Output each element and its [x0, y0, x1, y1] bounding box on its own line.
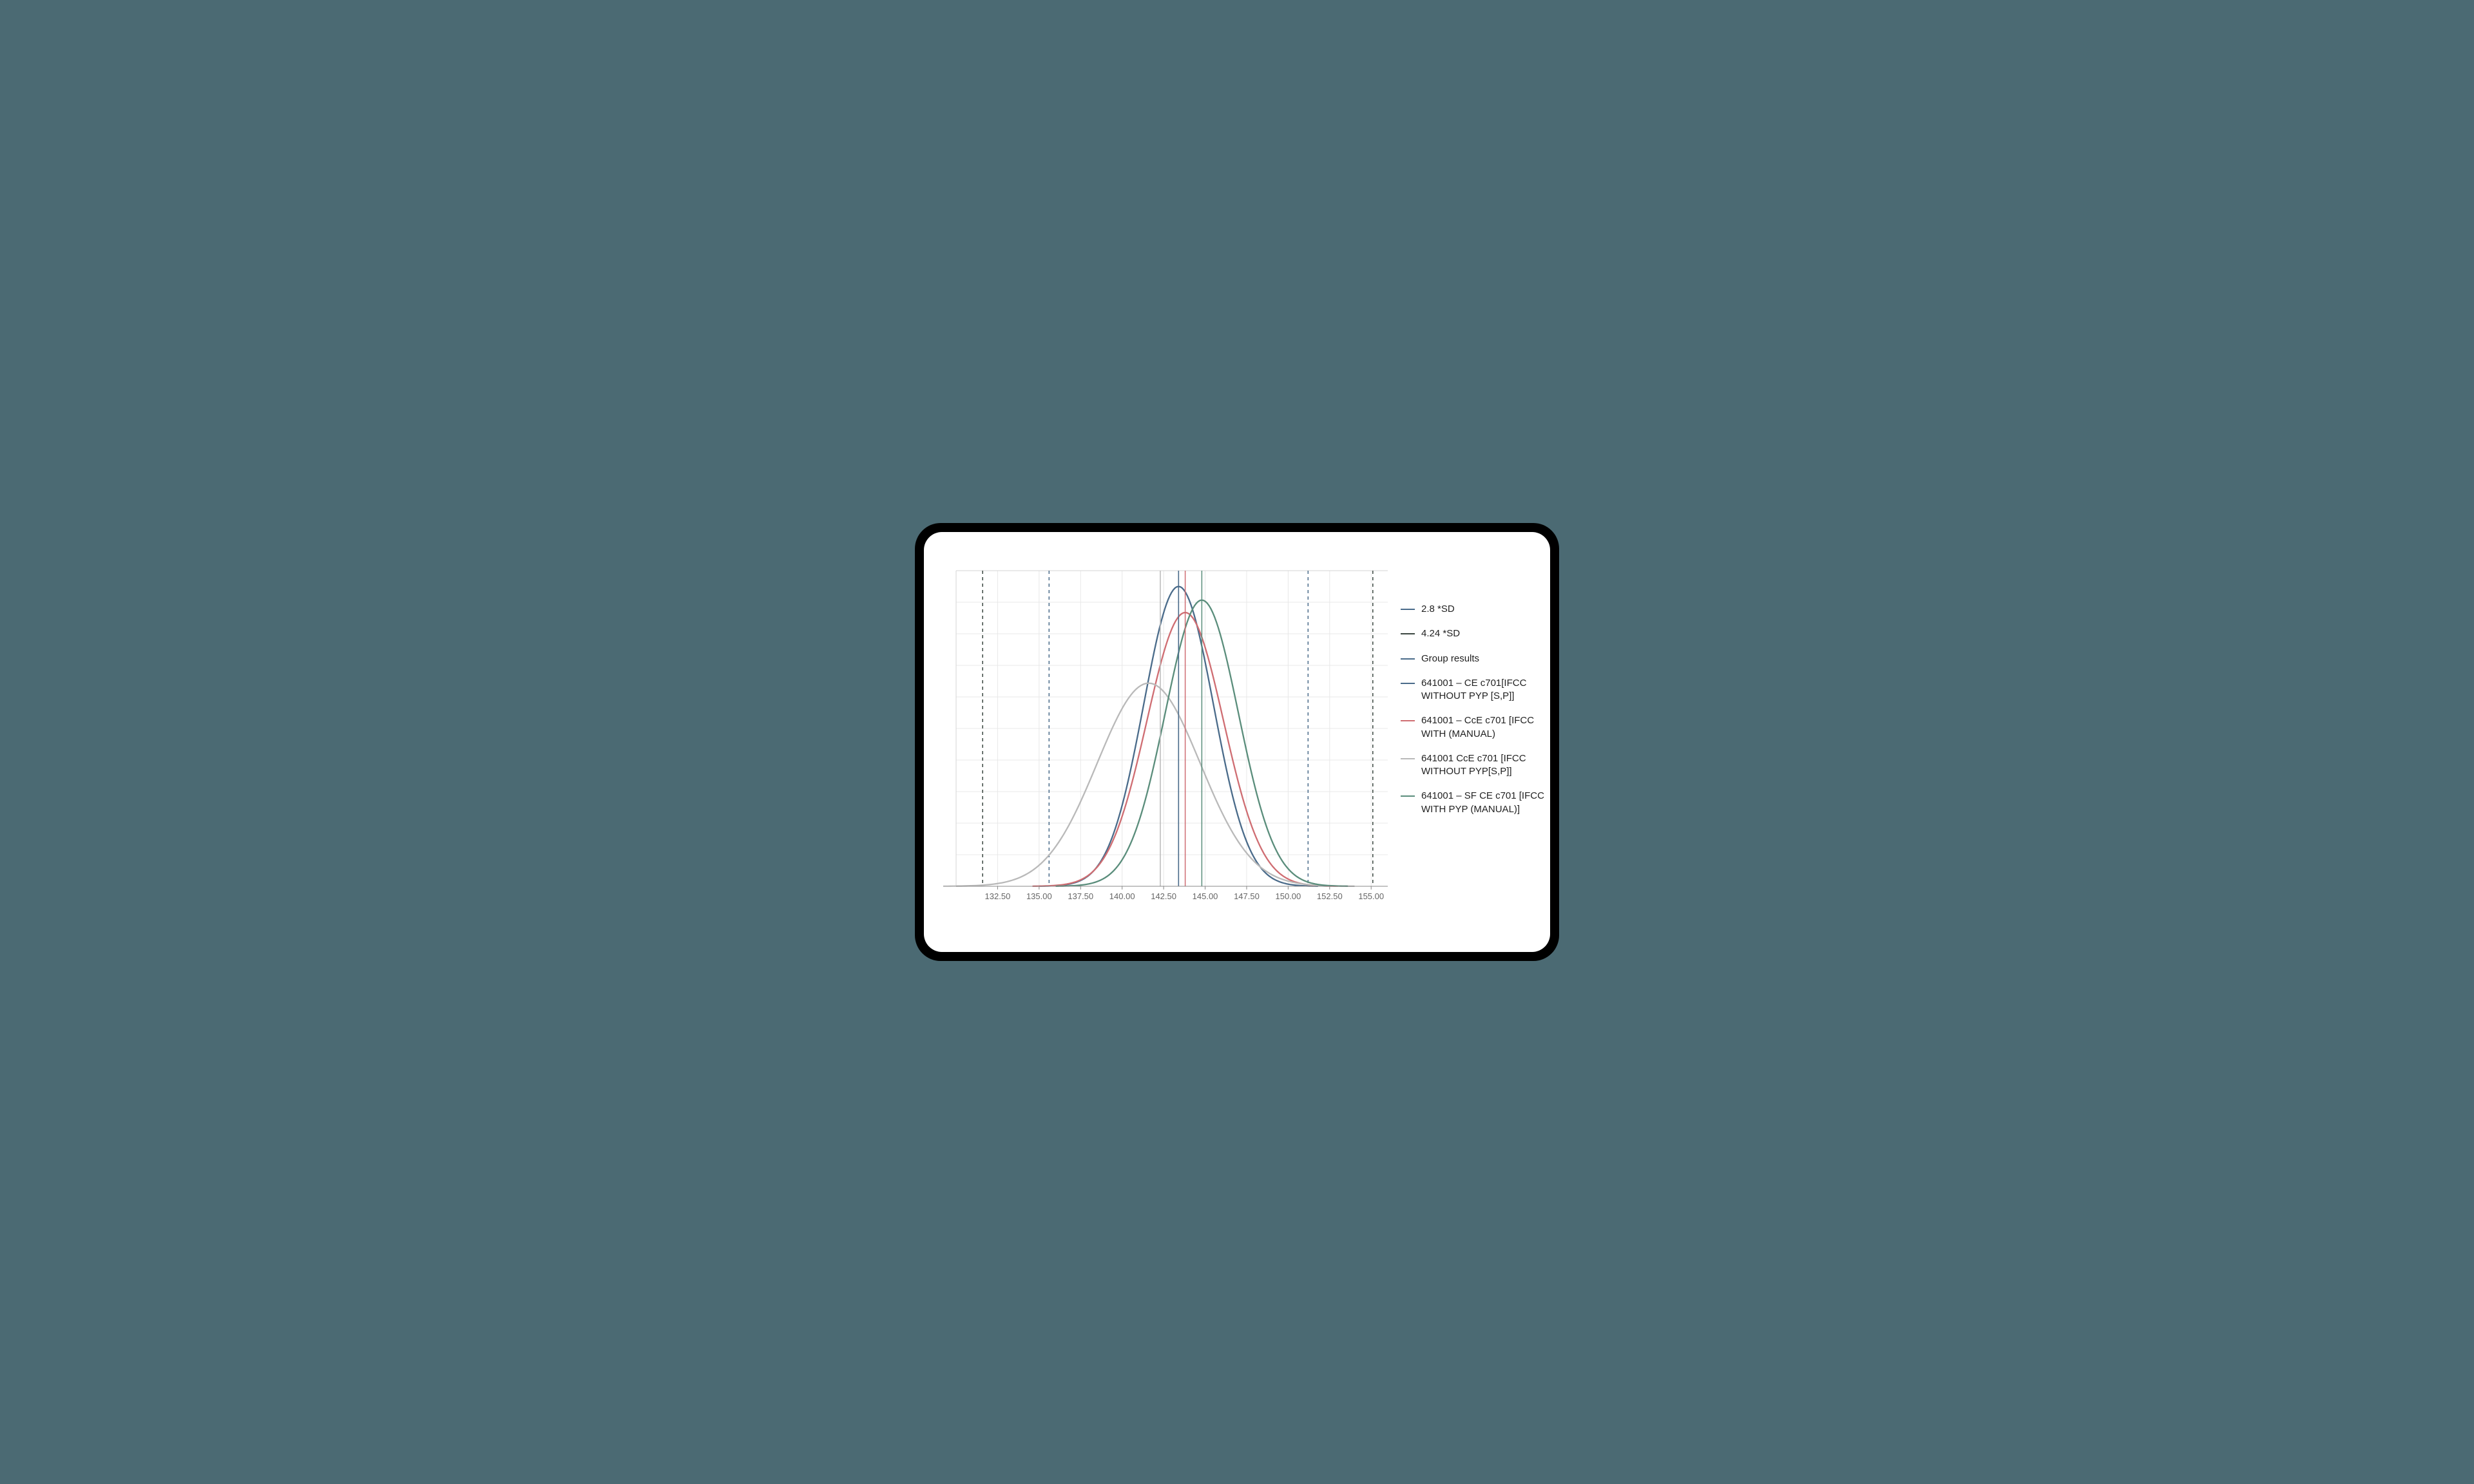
legend-label: 641001 – SF CE c701 [IFCC WITH PYP (MANU… [1421, 790, 1555, 816]
legend-label: 641001 – CcE c701 [IFCC WITH (MANUAL) [1421, 714, 1555, 741]
legend-label: 641001 CcE c701 [IFCC WITHOUT PYP[S,P]] [1421, 752, 1555, 779]
legend-label: 2.8 *SD [1421, 603, 1555, 616]
legend-swatch [1401, 633, 1415, 634]
legend-swatch [1401, 658, 1415, 660]
legend-item: 4.24 *SD [1401, 627, 1555, 640]
svg-text:140.00: 140.00 [1109, 891, 1135, 901]
legend-item: 641001 – CcE c701 [IFCC WITH (MANUAL) [1401, 714, 1555, 741]
tablet-frame: 132.50 135.00 137.50 140.00 142.50 145.00 147.… [915, 523, 1559, 961]
screen: 132.50 135.00 137.50 140.00 142.50 145.00 147.… [924, 532, 1550, 952]
svg-text:145.00: 145.00 [1193, 891, 1218, 901]
legend-label: Group results [1421, 652, 1555, 665]
svg-text:150.00: 150.00 [1276, 891, 1301, 901]
legend-item: 641001 – CE c701[IFCC WITHOUT PYP [S,P]] [1401, 677, 1555, 703]
legend-swatch [1401, 683, 1415, 684]
chart-area: 132.50 135.00 137.50 140.00 142.50 145.00 147.… [943, 564, 1394, 933]
legend: 2.8 *SD 4.24 *SD Group results 641001 – CE … [1394, 564, 1555, 933]
svg-text:135.00: 135.00 [1026, 891, 1052, 901]
distribution-chart: 132.50 135.00 137.50 140.00 142.50 145.00 147.… [943, 564, 1394, 912]
svg-text:142.50: 142.50 [1151, 891, 1176, 901]
legend-swatch [1401, 795, 1415, 797]
legend-item: 2.8 *SD [1401, 603, 1555, 616]
svg-text:155.00: 155.00 [1358, 891, 1384, 901]
legend-item: Group results [1401, 652, 1555, 665]
legend-item: 641001 CcE c701 [IFCC WITHOUT PYP[S,P]] [1401, 752, 1555, 779]
svg-text:147.50: 147.50 [1234, 891, 1260, 901]
legend-item: 641001 – SF CE c701 [IFCC WITH PYP (MANU… [1401, 790, 1555, 816]
legend-swatch [1401, 758, 1415, 759]
legend-label: 4.24 *SD [1421, 627, 1555, 640]
legend-swatch [1401, 609, 1415, 610]
legend-label: 641001 – CE c701[IFCC WITHOUT PYP [S,P]] [1421, 677, 1555, 703]
svg-text:132.50: 132.50 [985, 891, 1011, 901]
svg-text:152.50: 152.50 [1317, 891, 1343, 901]
svg-text:137.50: 137.50 [1068, 891, 1093, 901]
legend-swatch [1401, 720, 1415, 721]
